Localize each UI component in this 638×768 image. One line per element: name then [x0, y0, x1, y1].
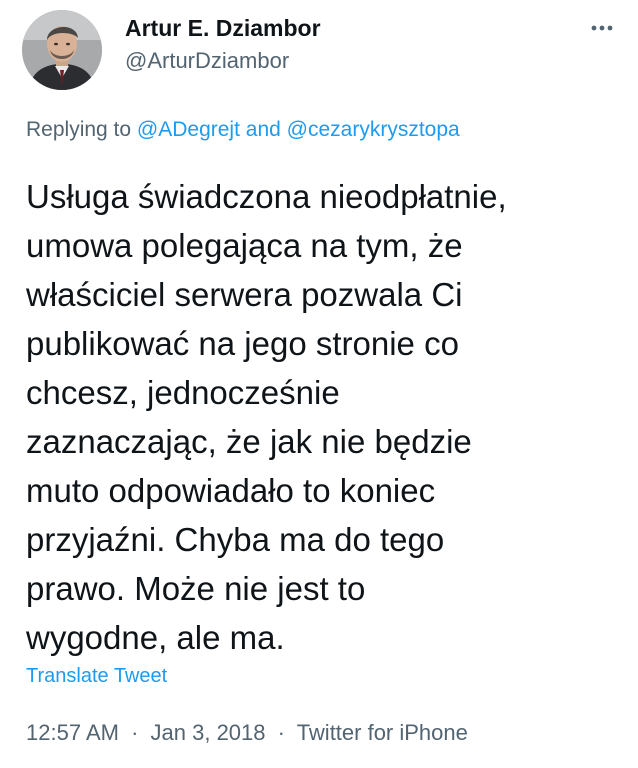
tweet: Artur E. Dziambor @ArturDziambor Replyin… — [0, 0, 638, 768]
meta-separator: · — [277, 720, 285, 745]
mention-link[interactable]: @ADegrejt — [137, 118, 240, 141]
tweet-source[interactable]: Twitter for iPhone — [297, 720, 468, 745]
avatar[interactable] — [22, 10, 102, 90]
avatar-image — [22, 10, 102, 90]
author-names: Artur E. Dziambor @ArturDziambor — [125, 14, 321, 76]
replying-to-conjunction: and — [245, 118, 281, 141]
more-horizontal-icon — [591, 25, 613, 31]
author-handle[interactable]: @ArturDziambor — [125, 46, 321, 76]
tweet-text-line: przyjaźni. Chyba ma do tego — [26, 521, 445, 558]
tweet-text-line: umowa polegająca na tym, że — [26, 227, 463, 264]
mention-link[interactable]: @cezarykrysztopa — [287, 118, 460, 141]
tweet-header: Artur E. Dziambor @ArturDziambor — [22, 10, 616, 90]
author-display-name[interactable]: Artur E. Dziambor — [125, 14, 321, 42]
more-options-button[interactable] — [588, 18, 616, 38]
meta-separator: · — [131, 720, 139, 745]
tweet-text-line: chcesz, jednocześnie — [26, 374, 340, 411]
tweet-text-line: publikować na jego stronie co — [26, 325, 459, 362]
tweet-text-line: wygodne, ale ma. — [26, 619, 285, 656]
tweet-text: Usługa świadczona nieodpłatnie, umowa po… — [26, 172, 626, 662]
tweet-text-line: muto odpowiadało to koniec — [26, 472, 436, 509]
replying-to: Replying to @ADegrejt and @cezarykryszto… — [26, 116, 460, 144]
tweet-text-line: prawo. Może nie jest to — [26, 570, 366, 607]
tweet-time[interactable]: 12:57 AM — [26, 720, 119, 745]
translate-tweet-link[interactable]: Translate Tweet — [26, 663, 167, 689]
replying-to-prefix: Replying to — [26, 118, 132, 141]
tweet-text-line: zaznaczając, że jak nie będzie — [26, 423, 472, 460]
tweet-date[interactable]: Jan 3, 2018 — [151, 720, 266, 745]
tweet-text-line: właściciel serwera pozwala Ci — [26, 276, 463, 313]
tweet-text-line: Usługa świadczona nieodpłatnie, — [26, 178, 507, 215]
tweet-metadata: 12:57 AM · Jan 3, 2018 · Twitter for iPh… — [26, 718, 468, 748]
